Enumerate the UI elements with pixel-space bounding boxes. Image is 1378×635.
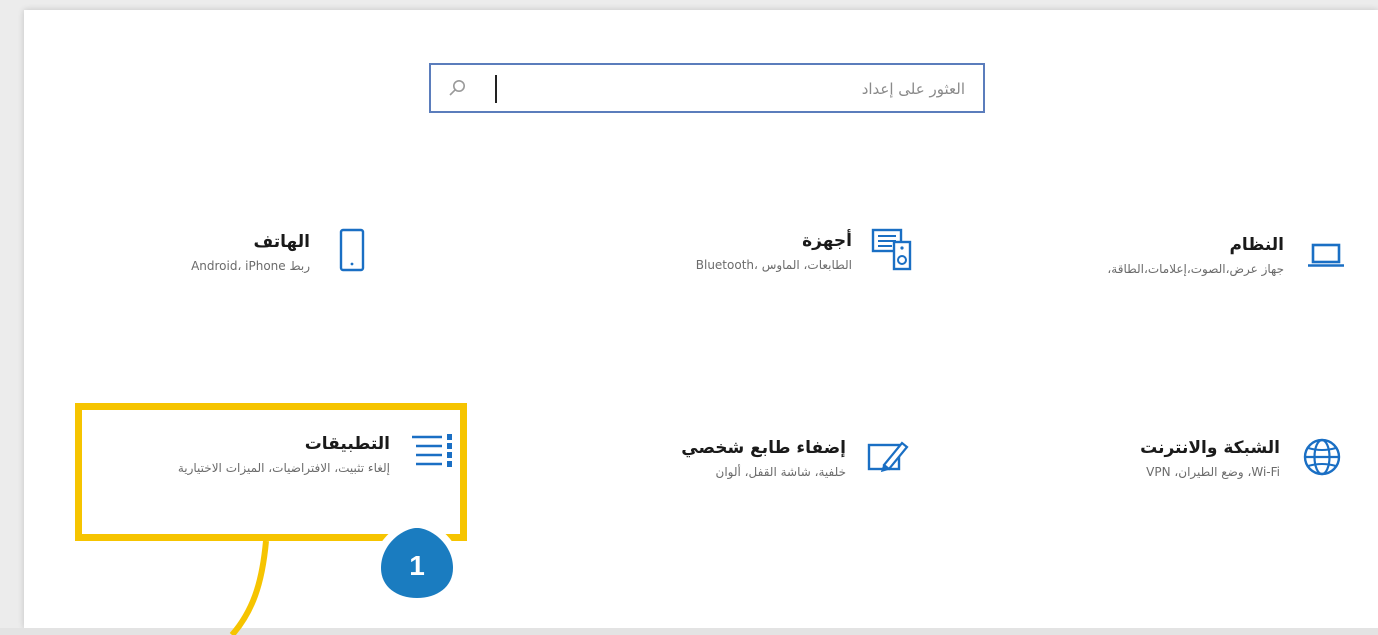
text-caret: [495, 75, 497, 103]
tile-system[interactable]: النظام جهاز عرض،الصوت،إعلامات،الطاقة،: [970, 226, 1350, 336]
search-icon: [449, 80, 465, 96]
tile-title: إضفاء طابع شخصي: [681, 438, 846, 458]
globe-icon: [1303, 438, 1341, 476]
tile-personalization[interactable]: إضفاء طابع شخصي خلفية، شاشة القفل، ألوان: [532, 429, 912, 539]
tile-title: النظام: [1229, 235, 1284, 255]
tile-phone[interactable]: الهاتف ربط Android، iPhone: [24, 223, 376, 333]
tile-description: الطابعات، الماوس ،Bluetooth: [695, 258, 852, 272]
tile-title: أجهزة: [802, 231, 852, 251]
tile-network-internet[interactable]: الشبكة والانترنت Wi-Fi، وضع الطيران، VPN: [966, 429, 1346, 539]
personalization-icon: [867, 441, 909, 473]
tile-description: خلفية، شاشة القفل، ألوان: [715, 465, 846, 479]
step-number-badge: 1: [373, 516, 461, 604]
tile-description: Wi-Fi، وضع الطيران، VPN: [1146, 465, 1280, 479]
devices-icon: [871, 228, 912, 271]
settings-search-box[interactable]: [429, 63, 985, 113]
laptop-icon: [1308, 243, 1344, 267]
tile-description: جهاز عرض،الصوت،إعلامات،الطاقة،: [1107, 262, 1284, 276]
tile-title: الشبكة والانترنت: [1140, 438, 1280, 458]
phone-icon: [339, 228, 365, 272]
tile-title: الهاتف: [253, 232, 310, 252]
tile-description: ربط Android، iPhone: [191, 259, 310, 273]
step-number: 1: [409, 550, 425, 581]
window-bottom-edge: [0, 628, 1378, 635]
tile-devices[interactable]: أجهزة الطابعات، الماوس ،Bluetooth: [538, 222, 918, 332]
search-input[interactable]: [501, 65, 967, 113]
